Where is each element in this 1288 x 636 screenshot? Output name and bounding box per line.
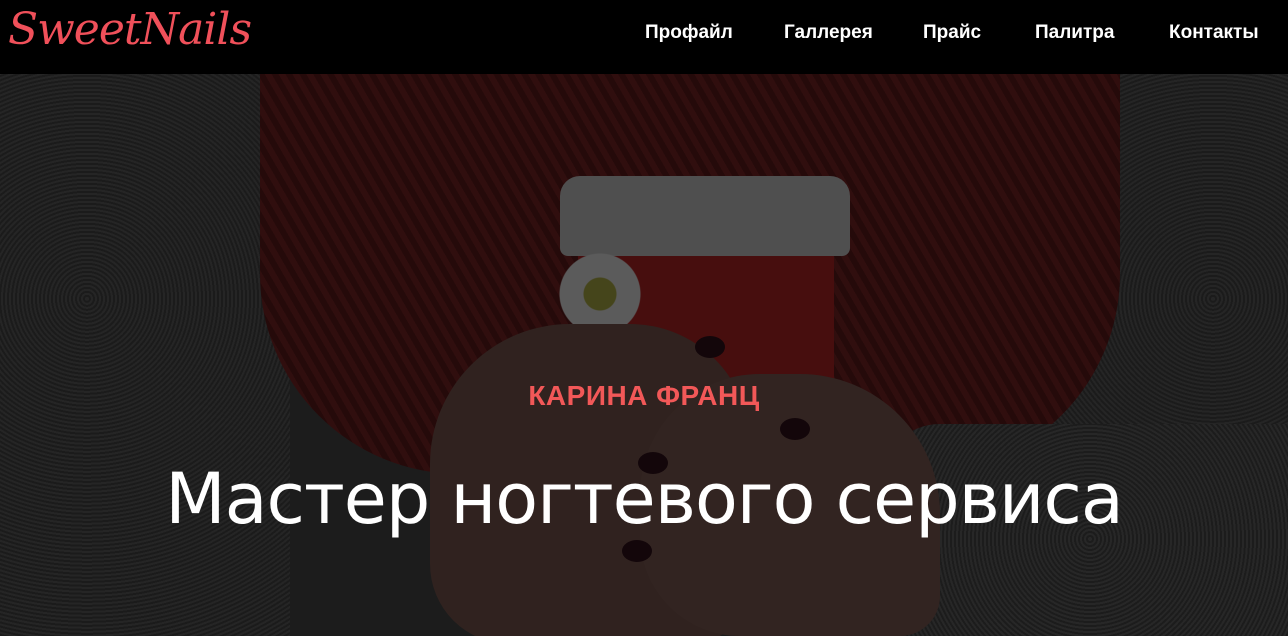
hero-dark-overlay: [0, 74, 1288, 636]
hero-section: КАРИНА ФРАНЦ Мастер ногтевого сервиса: [0, 74, 1288, 636]
nav-item-price[interactable]: Прайс: [923, 22, 981, 44]
site-logo[interactable]: SweetNails: [8, 4, 252, 55]
nav-item-palette[interactable]: Палитра: [1035, 22, 1114, 44]
top-navbar: SweetNails Профайл Галлерея Прайс Палитр…: [0, 0, 1288, 74]
hero-subtitle: КАРИНА ФРАНЦ: [528, 380, 760, 411]
nav-item-gallery[interactable]: Галлерея: [784, 22, 873, 44]
nav-item-profile[interactable]: Профайл: [645, 22, 733, 44]
hero-title: Мастер ногтевого сервиса: [165, 458, 1124, 540]
nav-item-contacts[interactable]: Контакты: [1169, 22, 1259, 44]
